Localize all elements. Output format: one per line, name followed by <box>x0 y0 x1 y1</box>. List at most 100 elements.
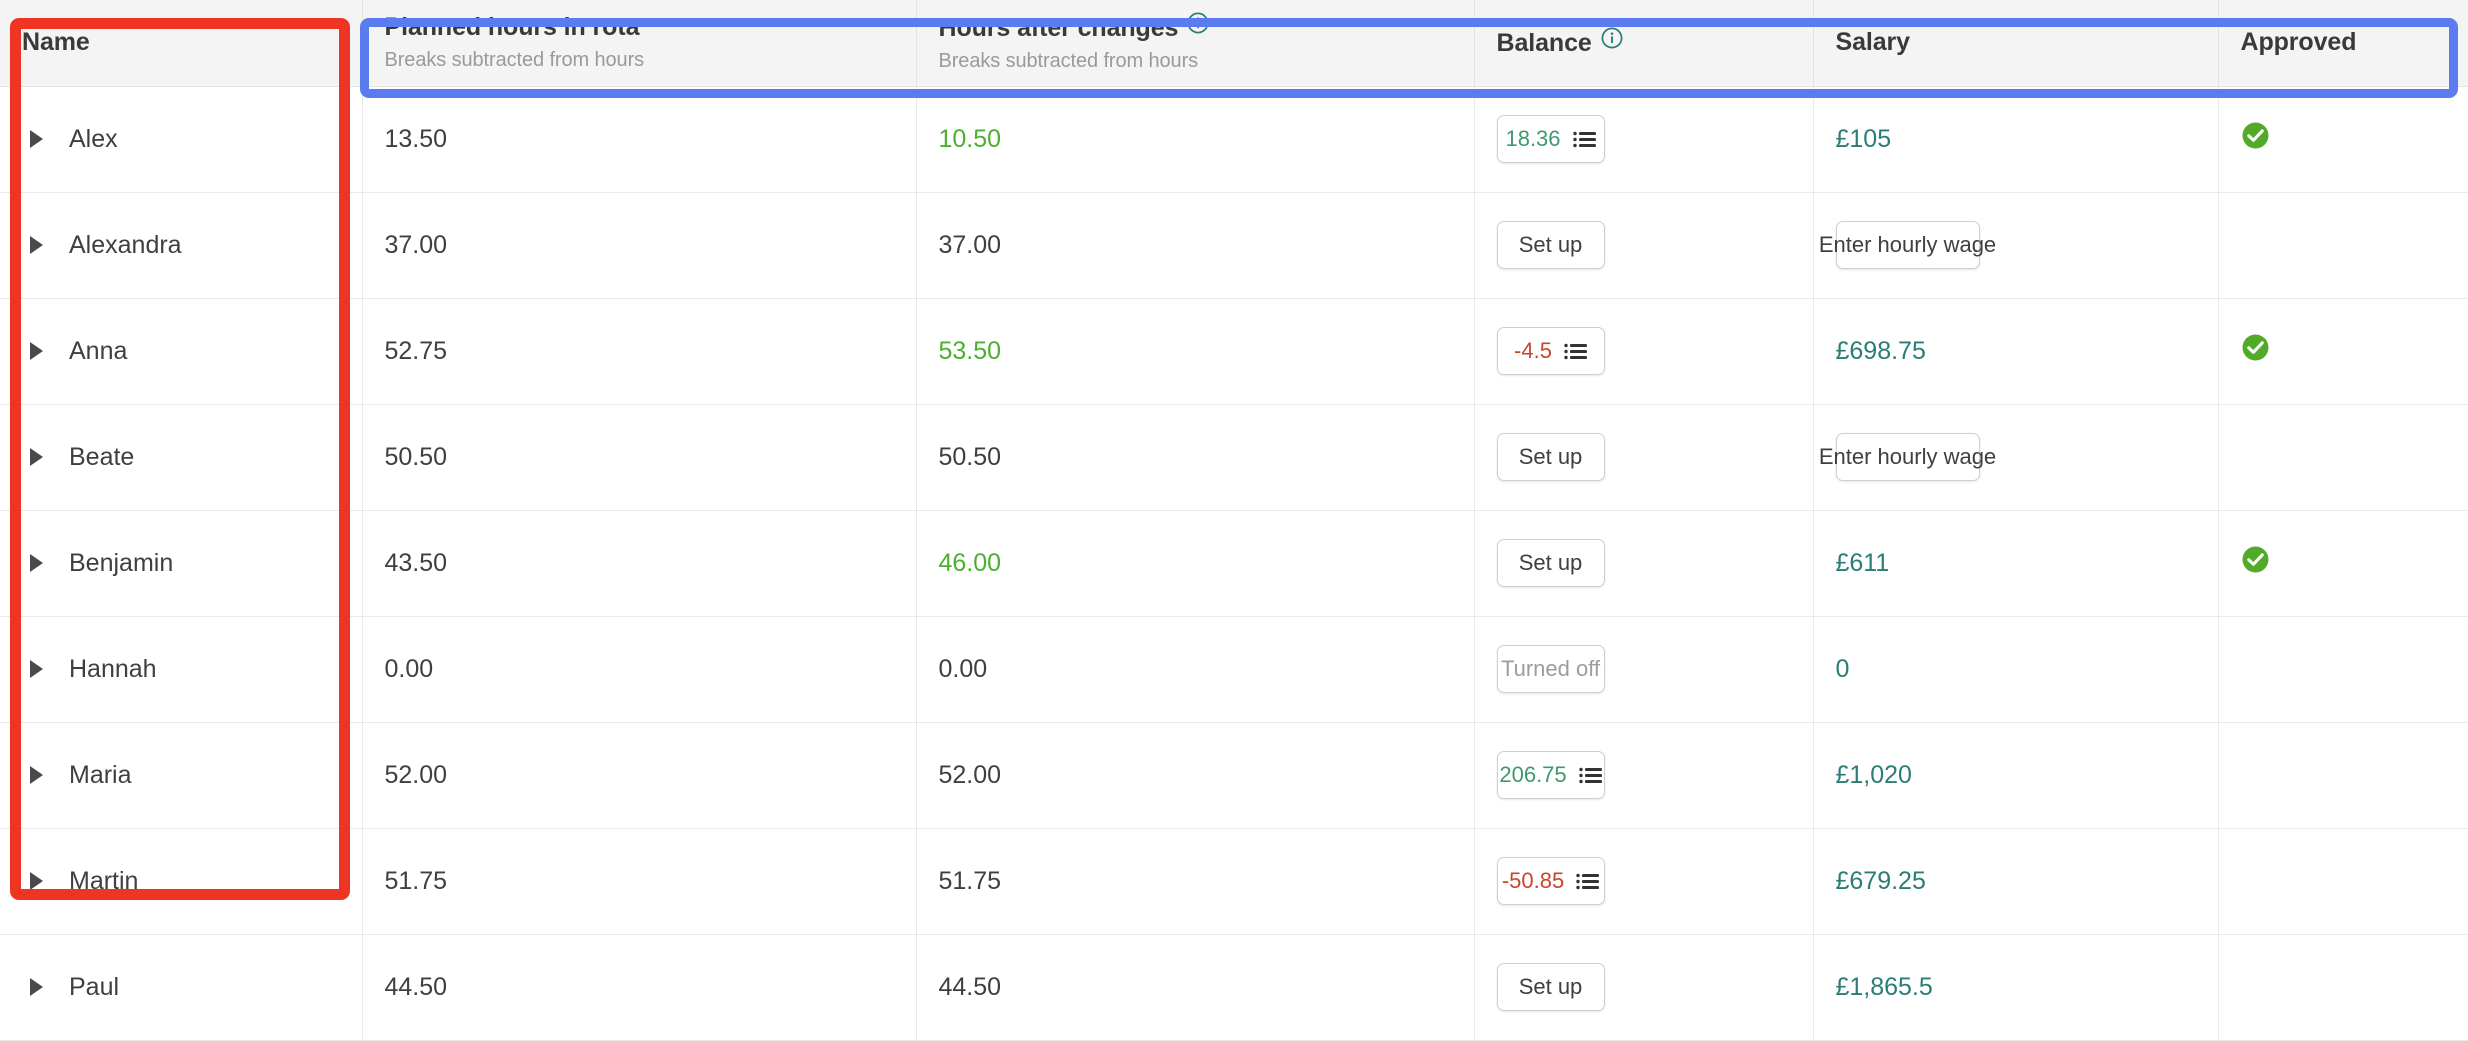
column-header-salary[interactable]: Salary <box>1813 0 2219 87</box>
column-header-planned-hours[interactable]: Planned hours in rota Breaks subtracted … <box>362 0 917 87</box>
table-row[interactable]: Paul 44.50 44.50 Set up £1,865.5 <box>0 934 2468 1041</box>
employee-name: Benjamin <box>69 548 174 577</box>
balance-setup-label: Set up <box>1518 444 1583 469</box>
cell-balance: Set up <box>1474 934 1814 1041</box>
info-icon[interactable] <box>1187 12 1209 34</box>
list-lines-icon <box>1572 131 1596 148</box>
cell-name[interactable]: Paul <box>0 934 363 1041</box>
cell-approved <box>2218 934 2468 1041</box>
employee-name: Beate <box>69 442 135 471</box>
table-row[interactable]: Alexandra 37.00 37.00 Set up Enter hourly wa… <box>0 192 2468 299</box>
column-header-hours-after-changes[interactable]: Hours after changes Breaks subtracted fr… <box>916 0 1475 87</box>
table-body: Alex 13.50 10.50 18.36 £105 Alexandra 37.00 37.… <box>0 86 2468 1041</box>
table-header: Name Planned hours in rota Breaks subtra… <box>0 0 2468 87</box>
caret-right-icon[interactable] <box>30 978 43 996</box>
cell-name[interactable]: Beate <box>0 404 363 511</box>
cell-planned-hours: 37.00 <box>362 192 917 299</box>
cell-approved <box>2218 192 2468 299</box>
cell-salary: £1,020 <box>1813 722 2219 829</box>
list-lines-icon <box>1576 873 1600 890</box>
table-row[interactable]: Martin 51.75 51.75 -50.85 £679.25 <box>0 828 2468 935</box>
balance-button[interactable]: 18.36 <box>1496 115 1605 163</box>
column-header-name[interactable]: Name <box>0 0 363 87</box>
enter-hourly-wage-button[interactable]: Enter hourly wage <box>1819 221 1996 269</box>
caret-right-icon[interactable] <box>30 448 43 466</box>
balance-setup-label: Set up <box>1518 974 1583 999</box>
cell-salary: £698.75 <box>1813 298 2219 405</box>
cell-name[interactable]: Maria <box>0 722 363 829</box>
salary-value: £105 <box>1835 124 1892 153</box>
table-row[interactable]: Maria 52.00 52.00 206.75 £1,020 <box>0 722 2468 829</box>
caret-right-icon[interactable] <box>30 236 43 254</box>
cell-name[interactable]: Martin <box>0 828 363 935</box>
employee-name: Martin <box>69 866 139 895</box>
caret-right-icon[interactable] <box>30 872 43 890</box>
cell-planned-hours: 43.50 <box>362 510 917 617</box>
cell-hours-after-changes: 0.00 <box>916 616 1475 723</box>
cell-planned-hours: 52.00 <box>362 722 917 829</box>
balance-setup-button[interactable]: Set up <box>1496 963 1605 1011</box>
cell-balance: -50.85 <box>1474 828 1814 935</box>
balance-value: -50.85 <box>1501 868 1565 893</box>
caret-right-icon[interactable] <box>30 342 43 360</box>
salary-value: £1,865.5 <box>1835 972 1933 1001</box>
column-header-approved[interactable]: Approved <box>2218 0 2468 87</box>
cell-salary: £611 <box>1813 510 2219 617</box>
caret-right-icon[interactable] <box>30 766 43 784</box>
cell-planned-hours: 13.50 <box>362 86 917 193</box>
caret-right-icon[interactable] <box>30 660 43 678</box>
balance-setup-button[interactable]: Set up <box>1496 539 1605 587</box>
planned-hours-value: 37.00 <box>384 230 448 259</box>
table-row[interactable]: Alex 13.50 10.50 18.36 £105 <box>0 86 2468 193</box>
balance-button[interactable]: -50.85 <box>1496 857 1605 905</box>
cell-approved <box>2218 510 2468 617</box>
table-row[interactable]: Anna 52.75 53.50 -4.5 £698.75 <box>0 298 2468 405</box>
cell-balance: -4.5 <box>1474 298 1814 405</box>
table-row[interactable]: Hannah 0.00 0.00 Turned off 0 <box>0 616 2468 723</box>
planned-hours-value: 51.75 <box>384 866 448 895</box>
list-lines-icon <box>1578 767 1602 784</box>
cell-approved <box>2218 298 2468 405</box>
caret-right-icon[interactable] <box>30 130 43 148</box>
cell-name[interactable]: Benjamin <box>0 510 363 617</box>
cell-name[interactable]: Alex <box>0 86 363 193</box>
enter-hourly-wage-button[interactable]: Enter hourly wage <box>1819 433 1996 481</box>
cell-balance: 206.75 <box>1474 722 1814 829</box>
balance-value: 18.36 <box>1505 126 1561 151</box>
balance-button[interactable]: -4.5 <box>1496 327 1605 375</box>
cell-name[interactable]: Anna <box>0 298 363 405</box>
employee-name: Anna <box>69 336 128 365</box>
info-icon[interactable] <box>1601 27 1623 49</box>
cell-balance: 18.36 <box>1474 86 1814 193</box>
cell-balance: Set up <box>1474 192 1814 299</box>
balance-setup-button[interactable]: Set up <box>1496 221 1605 269</box>
balance-value: -4.5 <box>1514 338 1552 363</box>
check-circle-icon <box>2241 333 2270 362</box>
column-header-balance[interactable]: Balance <box>1474 0 1814 87</box>
balance-setup-button[interactable]: Set up <box>1496 433 1605 481</box>
table-row[interactable]: Beate 50.50 50.50 Set up Enter hourly wage <box>0 404 2468 511</box>
cell-name[interactable]: Hannah <box>0 616 363 723</box>
cell-salary: £1,865.5 <box>1813 934 2219 1041</box>
cell-salary: £679.25 <box>1813 828 2219 935</box>
hours-after-changes-value: 44.50 <box>938 972 1002 1001</box>
header-row: Name Planned hours in rota Breaks subtra… <box>0 0 2468 87</box>
cell-hours-after-changes: 46.00 <box>916 510 1475 617</box>
cell-hours-after-changes: 52.00 <box>916 722 1475 829</box>
cell-approved <box>2218 404 2468 511</box>
table-row[interactable]: Benjamin 43.50 46.00 Set up £611 <box>0 510 2468 617</box>
hours-after-changes-value: 46.00 <box>938 548 1002 577</box>
timesheet-table: Name Planned hours in rota Breaks subtra… <box>0 0 2468 1041</box>
column-subtitle-planned-hours: Breaks subtracted from hours <box>384 48 645 71</box>
cell-name[interactable]: Alexandra <box>0 192 363 299</box>
cell-planned-hours: 50.50 <box>362 404 917 511</box>
employee-name: Maria <box>69 760 132 789</box>
cell-hours-after-changes: 50.50 <box>916 404 1475 511</box>
cell-planned-hours: 51.75 <box>362 828 917 935</box>
balance-setup-label: Set up <box>1518 232 1583 257</box>
cell-approved <box>2218 722 2468 829</box>
employee-name: Alexandra <box>69 230 182 259</box>
caret-right-icon[interactable] <box>30 554 43 572</box>
balance-button[interactable]: 206.75 <box>1496 751 1605 799</box>
planned-hours-value: 44.50 <box>384 972 448 1001</box>
